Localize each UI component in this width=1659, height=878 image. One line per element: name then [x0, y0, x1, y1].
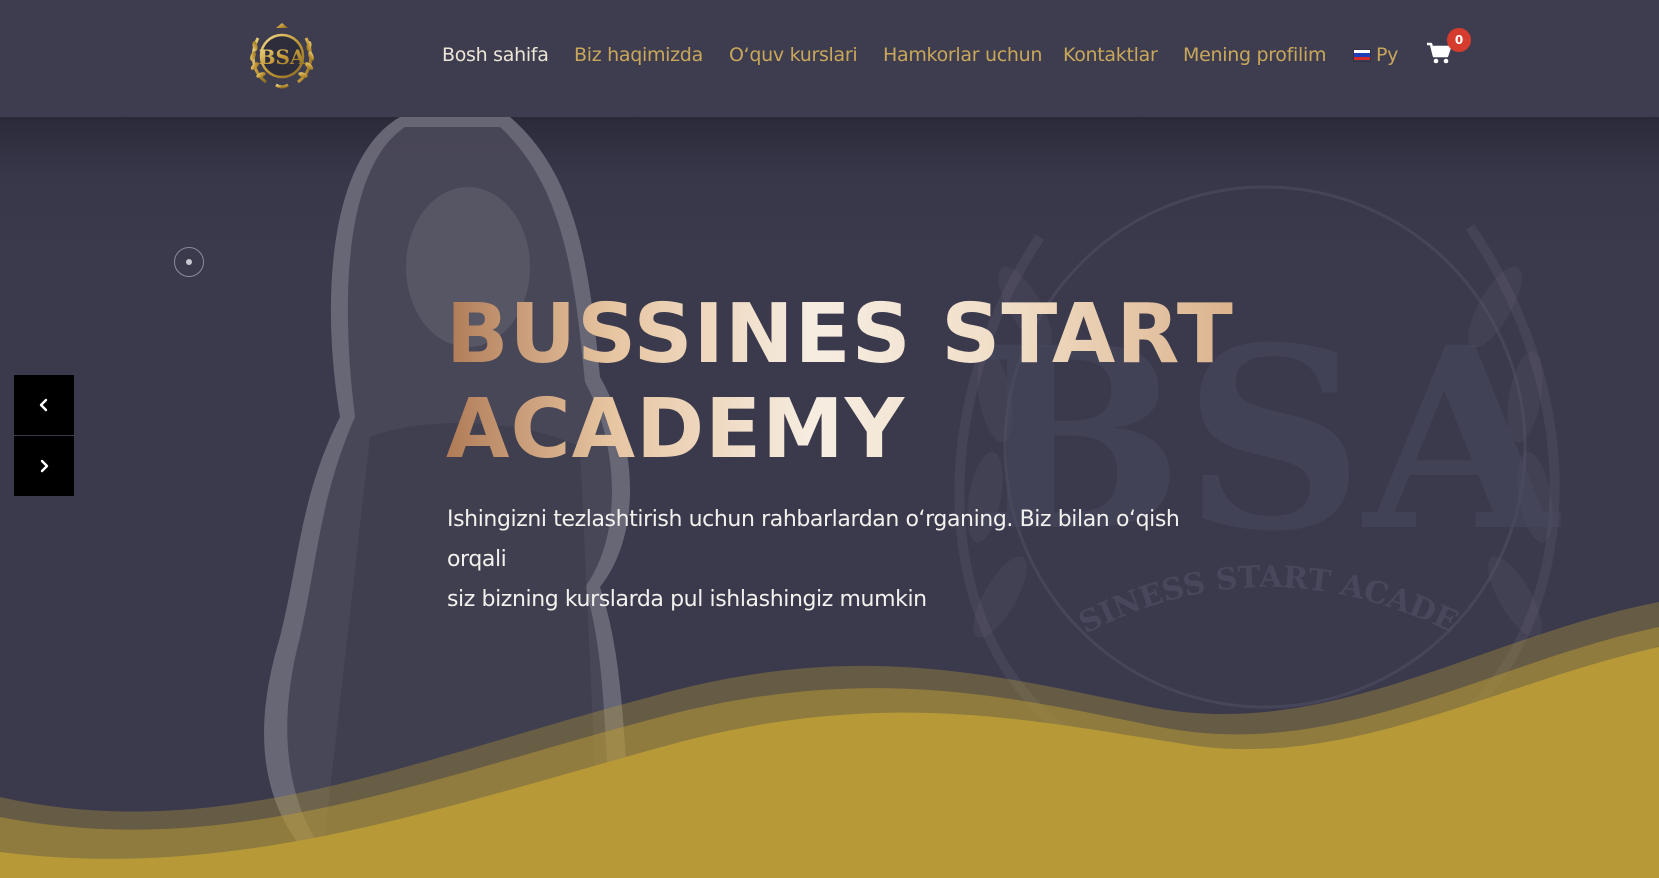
nav-item-about[interactable]: Biz haqimizda [574, 41, 703, 69]
ru-flag-icon [1354, 49, 1370, 61]
nav-item-contacts[interactable]: Kontaktlar [1063, 41, 1158, 69]
slider-next-button[interactable] [14, 436, 74, 496]
person-silhouette [264, 117, 640, 878]
nav-item-courses[interactable]: O‘quv kurslari [729, 41, 858, 69]
language-switcher[interactable]: Ру [1354, 41, 1398, 69]
hero-title-line2: ACADEMY [446, 382, 906, 477]
hero-subtitle-line2: siz bizning kurslarda pul ishlashingiz m… [447, 587, 927, 612]
main-nav: Bosh sahifa Biz haqimizda O‘quv kurslari… [0, 0, 1659, 110]
hero-subtitle: Ishingizni tezlashtirish uchun rahbarlar… [447, 500, 1237, 620]
nav-item-home[interactable]: Bosh sahifa [442, 41, 549, 69]
hero-slider: BSA BUSINESS START ACADEMY BUSSINES STAR… [0, 117, 1659, 878]
slider-prev-button[interactable] [14, 375, 74, 435]
hero-title-line1: BUSSINES START [446, 287, 1234, 382]
language-label: Ру [1376, 44, 1399, 66]
slide-dot-icon[interactable] [174, 247, 204, 277]
hero-background-art: BSA BUSINESS START ACADEMY [0, 117, 1561, 878]
cart-count-badge: 0 [1447, 28, 1471, 52]
nav-item-profile[interactable]: Mening profilim [1183, 41, 1326, 69]
site-header: BSA Bosh sahifa Biz haqimizda O‘quv kurs… [0, 0, 1659, 117]
chevron-right-icon [40, 459, 49, 473]
hero-subtitle-line1: Ishingizni tezlashtirish uchun rahbarlar… [447, 507, 1180, 572]
hero-title: BUSSINES START ACADEMY [446, 287, 1266, 477]
chevron-left-icon [39, 398, 48, 412]
nav-item-partners[interactable]: Hamkorlar uchun [883, 41, 1042, 69]
